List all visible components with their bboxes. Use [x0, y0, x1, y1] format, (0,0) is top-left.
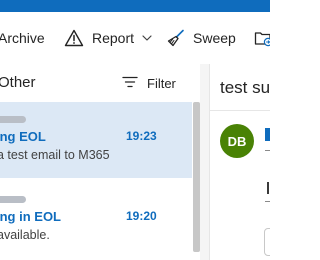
message-time: 19:23	[126, 129, 157, 143]
tab-other[interactable]: Other	[0, 74, 36, 91]
message-item[interactable]: ing in EOL 19:20 available.	[0, 182, 192, 258]
report-button[interactable]: Report	[64, 12, 152, 64]
reading-subject: test su	[220, 78, 270, 97]
message-list-scrollbar[interactable]	[193, 102, 200, 252]
message-preview: available.	[0, 228, 50, 242]
filter-label: Filter	[147, 75, 176, 91]
warning-icon	[64, 29, 84, 47]
recipient-line-cutoff	[265, 150, 270, 151]
move-to-button[interactable]	[254, 12, 270, 64]
avatar-initials: DB	[227, 133, 247, 149]
app-header-bar	[0, 0, 270, 12]
sweep-button[interactable]: Sweep	[166, 12, 236, 64]
sender-avatar[interactable]: DB	[220, 124, 254, 158]
chevron-down-icon[interactable]	[142, 35, 152, 41]
move-to-folder-icon	[254, 29, 270, 47]
message-time: 19:20	[126, 209, 157, 223]
filter-button[interactable]: Filter	[122, 73, 176, 93]
body-text-cutoff	[267, 182, 269, 194]
sender-name-redacted	[0, 116, 26, 123]
message-subject: ing EOL	[0, 129, 46, 144]
body-text-cutoff	[265, 201, 270, 202]
sender-name-cutoff[interactable]	[265, 128, 270, 141]
outlook-window: Archive Report Sweep Other Filter ing EO…	[0, 0, 270, 260]
message-item[interactable]: ing EOL 19:23 a test email to M365	[0, 102, 192, 178]
reading-pane: test su DB	[209, 64, 270, 260]
command-toolbar: Archive Report Sweep	[0, 12, 270, 64]
message-list: Other Filter ing EOL 19:23 a test email …	[0, 64, 200, 260]
message-list-header: Other Filter	[0, 64, 200, 102]
filter-icon	[122, 76, 138, 91]
reply-button[interactable]	[264, 228, 270, 256]
sender-name-redacted	[0, 196, 26, 203]
sweep-label: Sweep	[193, 30, 236, 46]
archive-label: Archive	[0, 30, 45, 46]
report-label: Report	[92, 30, 135, 46]
message-subject: ing in EOL	[0, 209, 61, 224]
broom-icon	[166, 28, 186, 48]
archive-button[interactable]: Archive	[0, 12, 45, 64]
message-preview: a test email to M365	[0, 148, 110, 162]
reading-divider	[210, 110, 270, 111]
